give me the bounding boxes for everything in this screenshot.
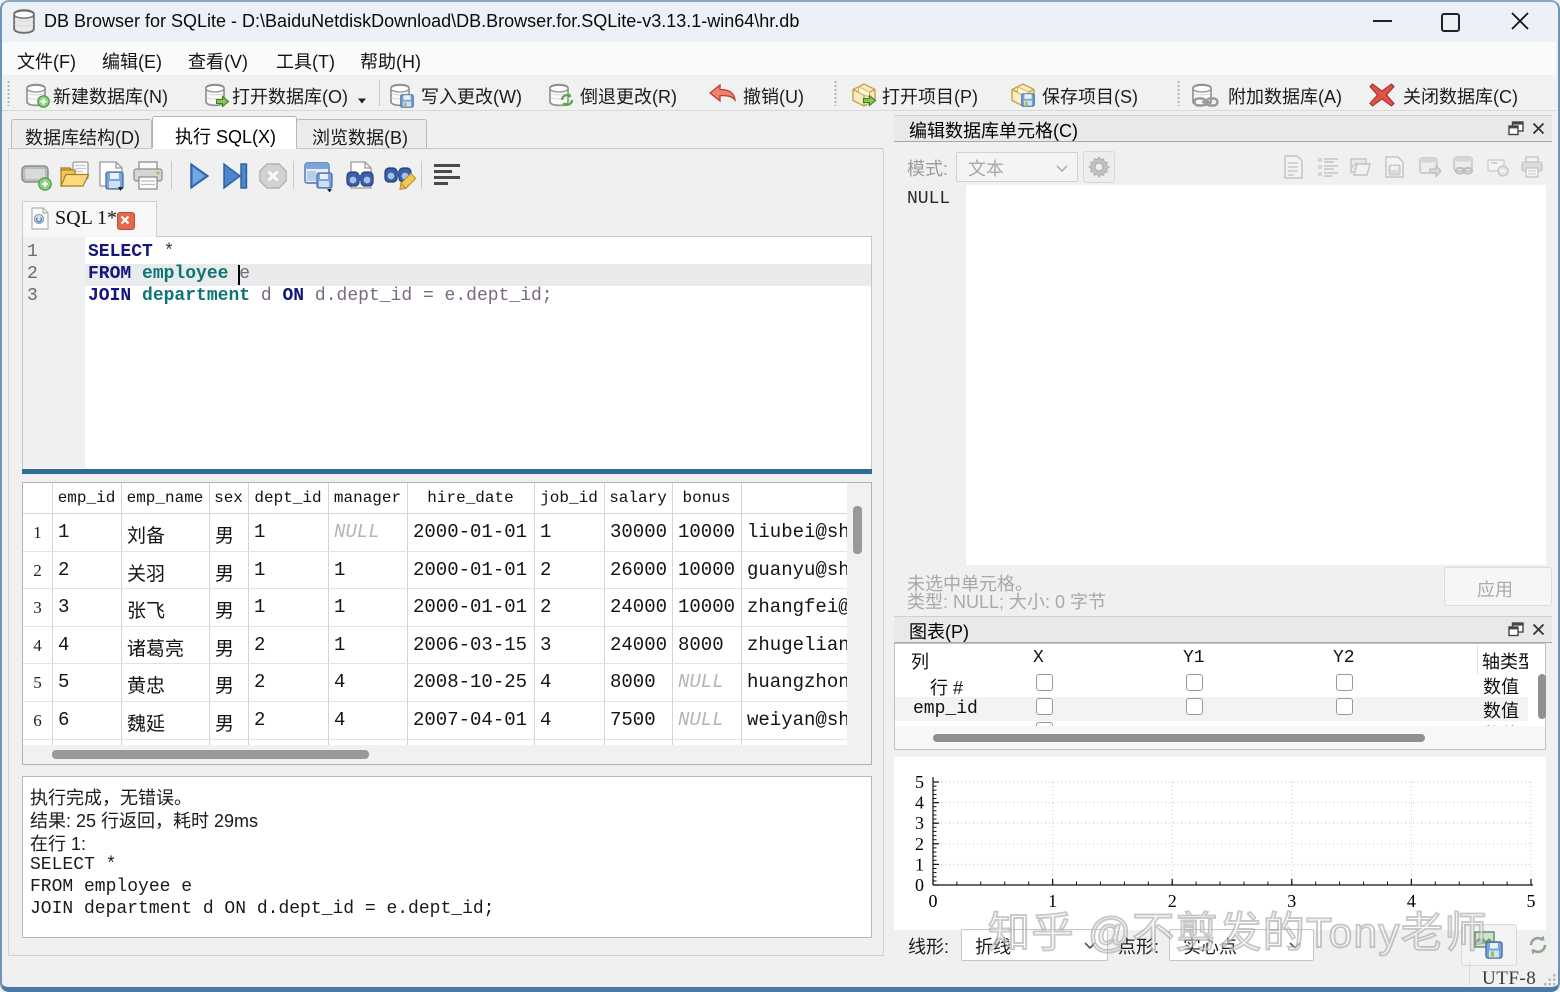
svg-text:0: 0 (929, 891, 938, 911)
svg-text:0: 0 (915, 875, 924, 895)
svg-text:5: 5 (1527, 891, 1536, 911)
svg-text:2: 2 (915, 834, 924, 854)
svg-text:1: 1 (915, 854, 924, 874)
svg-text:5: 5 (915, 772, 924, 792)
svg-text:4: 4 (915, 793, 924, 813)
svg-text:3: 3 (915, 813, 924, 833)
